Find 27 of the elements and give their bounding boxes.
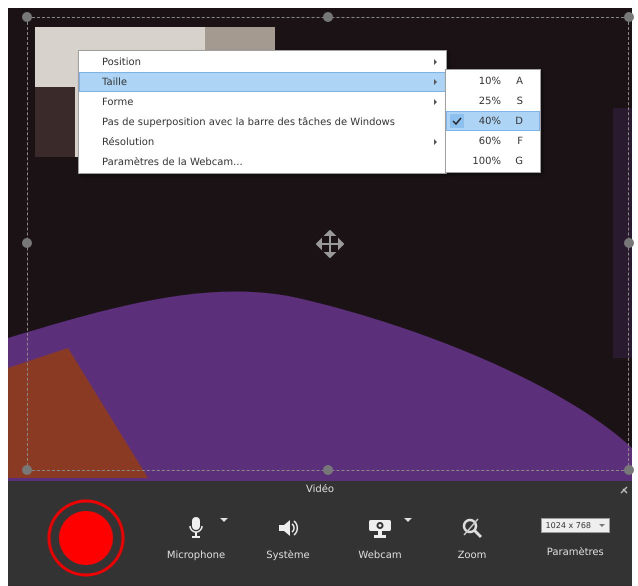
menu-item[interactable]: Position	[79, 52, 446, 72]
menu-item[interactable]: Paramètres de la Webcam...	[79, 152, 446, 172]
menu-item[interactable]: 40% D	[446, 111, 540, 131]
menu-item[interactable]: Taille	[79, 72, 446, 92]
toolbar-button[interactable]: Webcam	[334, 516, 426, 560]
resize-handle[interactable]	[624, 12, 634, 22]
resize-handle[interactable]	[624, 465, 634, 475]
record-button[interactable]	[46, 498, 126, 578]
menu-item[interactable]: 25% S	[446, 91, 540, 111]
toolbar-button[interactable]: Zoom	[426, 516, 518, 560]
magnifier-icon	[460, 516, 484, 540]
menu-item[interactable]: Pas de superposition avec la barre des tâches de Windows	[79, 112, 446, 132]
record-icon	[46, 498, 126, 578]
menu-item[interactable]: 100% G	[446, 151, 540, 171]
menu-item[interactable]: 60% F	[446, 131, 540, 151]
resolution-dropdown[interactable]: 1024 x 768	[540, 518, 610, 533]
move-icon	[316, 230, 344, 258]
menu-item[interactable]: 10% A	[446, 71, 540, 91]
toolbar-button[interactable]: Microphone	[150, 516, 242, 560]
pin-icon	[620, 486, 628, 494]
settings-label: Paramètres	[546, 547, 604, 558]
menu-item[interactable]: Forme	[79, 92, 446, 112]
toolbar-button[interactable]: Système	[242, 516, 334, 560]
resize-handle[interactable]	[624, 238, 634, 248]
menu-item[interactable]: Résolution	[79, 132, 446, 152]
toolbar-title: Vidéo	[306, 484, 334, 495]
caret-icon	[599, 524, 605, 527]
